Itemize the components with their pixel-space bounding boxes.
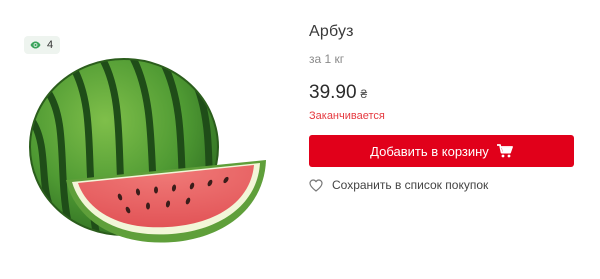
cart-icon	[496, 144, 513, 158]
save-to-list-button[interactable]: Сохранить в список покупок	[309, 178, 488, 192]
views-count: 4	[47, 39, 54, 51]
save-to-list-label: Сохранить в список покупок	[332, 178, 489, 192]
product-price: 39.90 ₴	[309, 82, 367, 104]
stock-status: Заканчивается	[309, 110, 385, 122]
product-image	[28, 52, 278, 252]
price-value: 39.90	[309, 82, 357, 103]
add-to-cart-button[interactable]: Добавить в корзину	[309, 135, 574, 167]
heart-icon	[309, 178, 323, 192]
currency-symbol: ₴	[360, 87, 368, 101]
eye-icon	[30, 41, 41, 49]
product-unit: за 1 кг	[309, 52, 345, 66]
product-title: Арбуз	[309, 23, 354, 40]
add-to-cart-label: Добавить в корзину	[370, 143, 489, 159]
